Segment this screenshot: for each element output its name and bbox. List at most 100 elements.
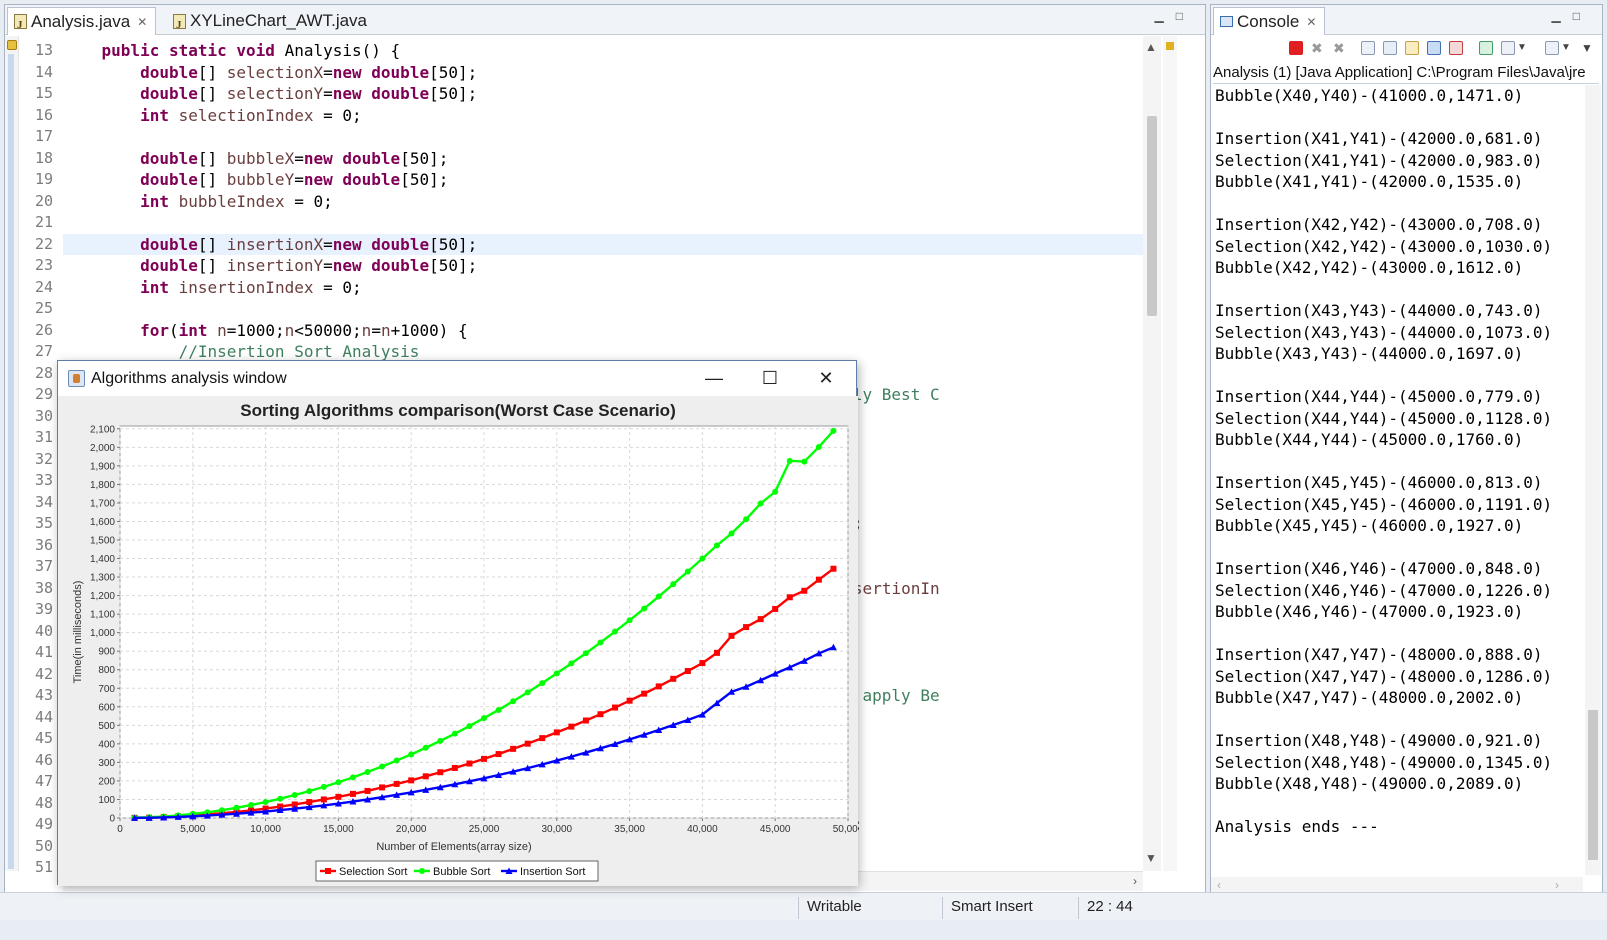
scroll-right-icon[interactable]: › xyxy=(1555,878,1559,892)
y-tick-label: 2,000 xyxy=(90,443,115,454)
chevron-down-icon[interactable]: ▼ xyxy=(1517,41,1531,55)
line-number: 39 xyxy=(34,600,53,618)
open-console-icon[interactable] xyxy=(1545,41,1559,55)
code-token: = xyxy=(323,256,333,275)
line-number: 36 xyxy=(34,535,53,554)
code-token: = xyxy=(323,62,333,82)
tab-console[interactable]: Console ✕ xyxy=(1213,7,1326,35)
warning-overview-marker[interactable] xyxy=(1166,42,1174,50)
code-line[interactable] xyxy=(63,126,1143,148)
close-icon[interactable]: ✕ xyxy=(1306,9,1316,35)
chevron-down-icon[interactable]: ▼ xyxy=(1561,41,1575,55)
data-point xyxy=(349,790,356,797)
display-console-icon[interactable] xyxy=(1501,41,1515,55)
maximize-icon[interactable]: □ xyxy=(1176,9,1195,23)
data-point xyxy=(743,516,750,523)
data-point xyxy=(291,792,298,799)
code-line[interactable]: double[] selectionY=new double[50]; xyxy=(63,83,1143,105)
show-on-error-icon[interactable] xyxy=(1449,41,1463,55)
scroll-lock-icon[interactable] xyxy=(1383,41,1397,55)
code-line[interactable]: double[] insertionY=new double[50]; xyxy=(63,255,1143,277)
y-tick-label: 1,200 xyxy=(90,591,115,602)
line-number: 17 xyxy=(34,127,53,145)
view-menu-icon[interactable]: ▼ xyxy=(1581,41,1595,55)
code-token: <50000; xyxy=(294,320,362,340)
legend-label: Insertion Sort xyxy=(520,866,585,878)
data-point xyxy=(408,751,415,758)
minimize-icon[interactable]: ▁ xyxy=(1155,9,1176,23)
code-line[interactable]: int selectionIndex = 0; xyxy=(63,105,1143,127)
code-token: selectionIndex xyxy=(178,105,314,125)
scrollbar-thumb[interactable] xyxy=(1588,710,1598,860)
console-line: Insertion(X44,Y44)-(45000.0,779.0) xyxy=(1215,387,1543,406)
data-point xyxy=(655,683,662,690)
close-button[interactable]: ✕ xyxy=(798,361,854,396)
minimize-button[interactable]: — xyxy=(686,361,742,396)
code-token: insertionY xyxy=(226,256,324,275)
x-tick-label: 25,000 xyxy=(469,824,500,835)
y-axis-label: Time(in milliseconds) xyxy=(72,581,84,684)
remove-launch-icon[interactable]: ✖ xyxy=(1311,41,1325,55)
code-token: Analysis() { xyxy=(274,41,401,60)
scrollbar-thumb[interactable] xyxy=(1147,116,1157,316)
console-line: Analysis ends --- xyxy=(1215,817,1379,836)
data-point xyxy=(786,457,793,464)
code-line[interactable]: int insertionIndex = 0; xyxy=(63,277,1143,299)
word-wrap-icon[interactable] xyxy=(1405,41,1419,55)
window-title-bar[interactable]: Algorithms analysis window — ☐ ✕ xyxy=(58,361,856,396)
editor-vertical-scrollbar[interactable]: ▲ ▼ xyxy=(1143,36,1161,871)
pin-console-icon[interactable] xyxy=(1479,41,1493,55)
warning-marker-icon[interactable] xyxy=(7,40,17,50)
code-token: insertionX xyxy=(226,234,324,254)
data-point xyxy=(233,804,240,811)
code-line[interactable]: double[] bubbleX=new double[50]; xyxy=(63,148,1143,170)
data-point xyxy=(582,717,589,724)
line-number: 38 xyxy=(34,578,53,597)
close-icon[interactable]: ✕ xyxy=(137,9,147,35)
data-point xyxy=(612,628,619,635)
code-line[interactable]: for(int n=1000;n<50000;n=n+1000) { xyxy=(63,320,1143,342)
data-point xyxy=(699,660,706,667)
tab-analysis-java[interactable]: Analysis.java ✕ xyxy=(7,7,157,38)
data-point xyxy=(553,729,560,736)
console-icon xyxy=(1220,16,1233,27)
show-on-output-icon[interactable] xyxy=(1427,41,1441,55)
code-line[interactable]: double[] bubbleY=new double[50]; xyxy=(63,169,1143,191)
code-line[interactable]: double[] insertionX=new double[50]; xyxy=(63,233,1143,255)
data-point xyxy=(320,783,327,790)
code-line[interactable]: int bubbleIndex = 0; xyxy=(63,191,1143,213)
line-number: 24 xyxy=(34,277,53,296)
tab-xylinechart-awt-java[interactable]: XYLineChart_AWT.java xyxy=(167,7,375,38)
data-point xyxy=(481,755,487,762)
y-tick-label: 2,100 xyxy=(90,424,115,435)
console-output[interactable]: Bubble(X40,Y40)-(41000.0,1471.0) Insertio… xyxy=(1215,85,1575,875)
maximize-button[interactable]: ☐ xyxy=(742,361,798,396)
data-point xyxy=(495,706,502,713)
code-token: +1000) { xyxy=(390,320,468,340)
maximize-icon[interactable]: □ xyxy=(1573,9,1592,23)
code-token: double xyxy=(140,148,198,168)
minimize-icon[interactable]: ▁ xyxy=(1552,9,1573,23)
code-line[interactable]: double[] selectionX=new double[50]; xyxy=(63,62,1143,84)
clear-console-icon[interactable] xyxy=(1361,41,1375,55)
scroll-down-icon[interactable]: ▼ xyxy=(1145,851,1157,865)
code-line[interactable] xyxy=(63,212,1143,234)
code-token: [50]; xyxy=(429,234,478,254)
scroll-left-icon[interactable]: ‹ xyxy=(1217,878,1221,892)
code-line[interactable] xyxy=(63,298,1143,320)
terminate-icon[interactable] xyxy=(1289,41,1303,55)
line-number: 20 xyxy=(34,191,53,210)
scroll-up-icon[interactable]: ▲ xyxy=(1145,40,1157,54)
remove-all-icon[interactable]: ✖ xyxy=(1333,41,1347,55)
console-vertical-scrollbar[interactable] xyxy=(1585,85,1601,875)
scroll-right-icon[interactable]: › xyxy=(1133,874,1137,888)
y-tick-label: 1,600 xyxy=(90,517,115,528)
code-line[interactable]: public static void Analysis() { xyxy=(63,40,1143,62)
console-panel: Console ✕ ▁□ ✖ ✖ ▼ ▼ ▼ Analysis (1) [Jav… xyxy=(1210,4,1603,916)
